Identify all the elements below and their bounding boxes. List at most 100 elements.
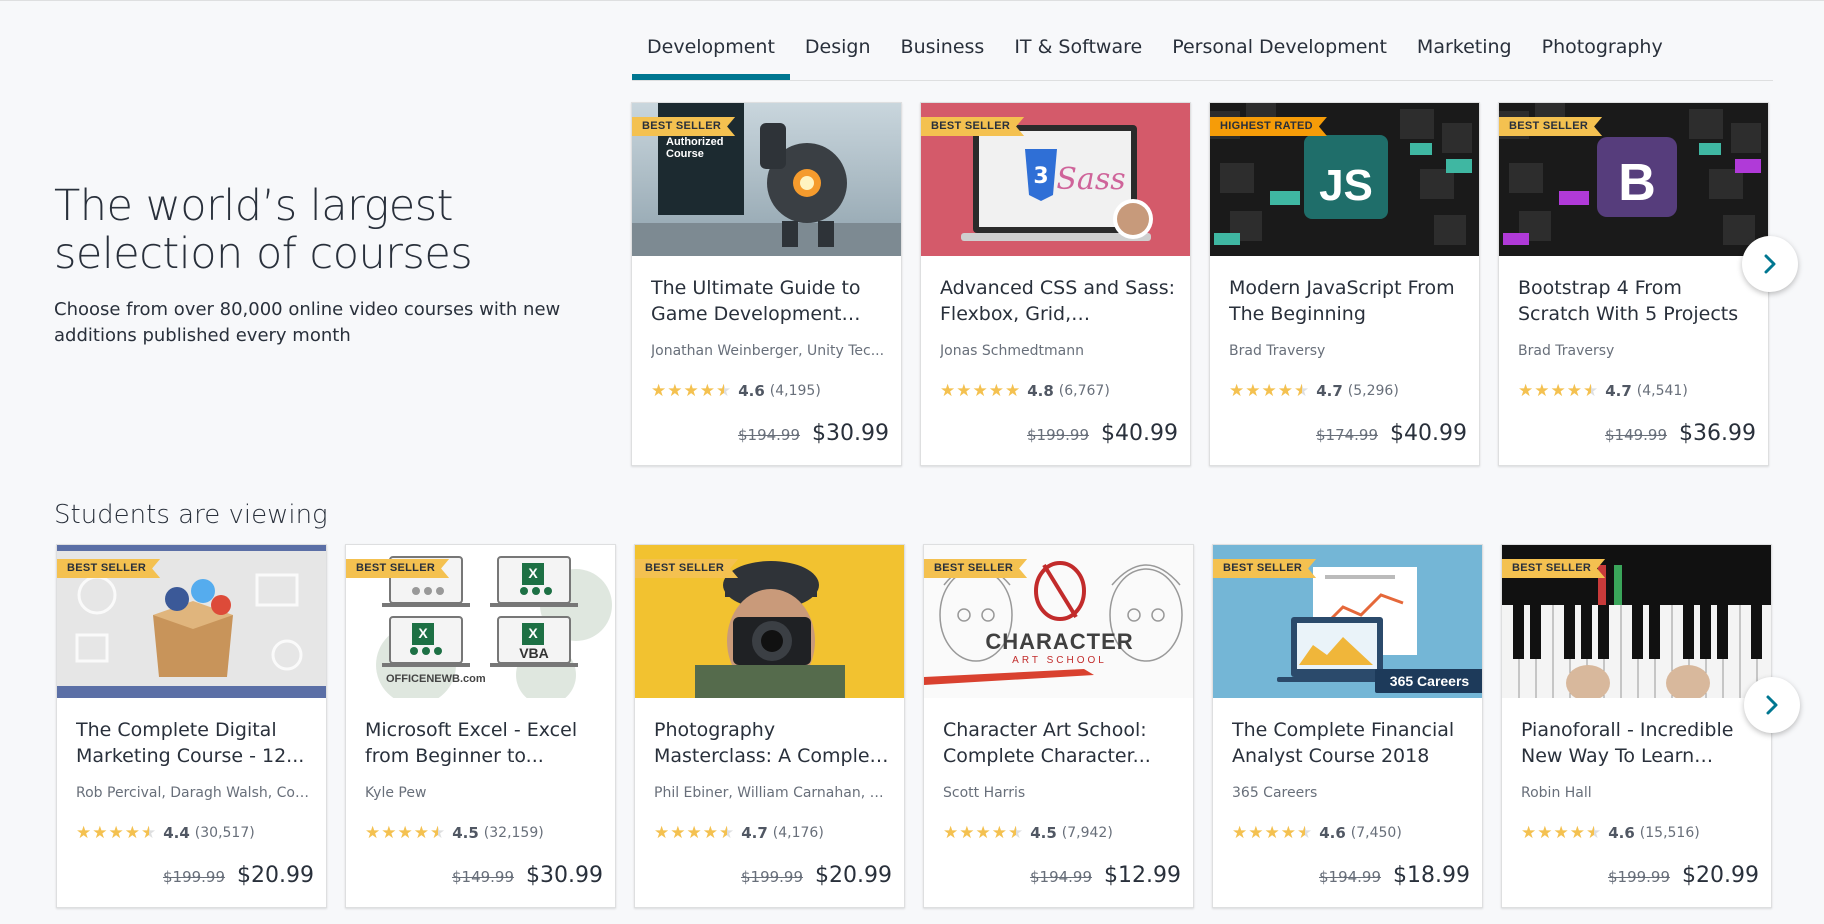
course-badge: BEST SELLER [921,117,1024,136]
svg-text:Sass: Sass [1056,162,1125,197]
tab-marketing[interactable]: Marketing [1402,28,1527,72]
course-prices: $174.99 $40.99 [1316,421,1467,446]
course-prices: $194.99 $30.99 [738,421,889,446]
course-badge: BEST SELLER [632,117,735,136]
course-thumbnail: 365 Careers BEST SELLER [1213,545,1482,698]
course-author: Brad Traversy [1518,343,1615,359]
course-rating: ★★★★★ 4.6 (4,195) [651,381,821,401]
original-price: $199.99 [162,868,226,886]
hero-subtitle: Choose from over 80,000 online video cou… [54,299,561,346]
rating-value: 4.6 [1319,824,1346,842]
original-price: $199.99 [1607,868,1671,886]
original-price: $194.99 [737,426,801,444]
course-badge: BEST SELLER [1499,117,1602,136]
original-price: $194.99 [1318,868,1382,886]
rating-count: (7,450) [1350,825,1402,841]
original-price: $199.99 [1026,426,1090,444]
course-rating: ★★★★★ 4.6 (7,450) [1232,823,1402,843]
course-card[interactable]: Authorized Course BEST SELLER The Ultima… [631,102,902,466]
course-thumbnail: B BEST SELLER [1499,103,1768,256]
course-title[interactable]: Bootstrap 4 From Scratch With 5 Projects [1518,275,1754,327]
rating-count: (7,942) [1061,825,1113,841]
careers-logo-text: 365 Careers [1389,673,1470,689]
course-prices: $194.99 $18.99 [1319,863,1470,888]
chevron-right-icon [1764,254,1776,274]
students-viewing-carousel: BEST SELLER The Complete Digital Marketi… [56,544,1772,908]
course-title[interactable]: Character Art School: Complete Character… [943,717,1179,769]
course-card[interactable]: B BEST SELLER Bootstrap 4 From Scratch W… [1498,102,1769,466]
course-rating: ★★★★★ 4.8 (6,767) [940,381,1110,401]
rating-count: (4,541) [1636,383,1688,399]
course-thumbnail: X X X VBA OFFICENEWB.com BEST SELLER [346,545,615,698]
course-prices: $194.99 $12.99 [1030,863,1181,888]
course-author: Brad Traversy [1229,343,1326,359]
star-icon: ★★★★★ [1521,823,1603,843]
course-badge: HIGHEST RATED [1210,117,1327,136]
original-price: $174.99 [1315,426,1379,444]
rating-value: 4.4 [163,824,190,842]
sale-price: $12.99 [1104,863,1181,888]
rating-value: 4.5 [1030,824,1057,842]
course-author: Phil Ebiner, William Carnahan, Vi... [654,785,890,801]
course-author: 365 Careers [1232,785,1318,801]
category-tabs: Development Design Business IT & Softwar… [632,28,1773,81]
sale-price: $30.99 [812,421,889,446]
course-badge: BEST SELLER [57,559,160,578]
course-title[interactable]: Advanced CSS and Sass: Flexbox, Grid, An… [940,275,1176,327]
course-card[interactable]: BEST SELLER Photography Masterclass: A C… [634,544,905,908]
star-icon: ★★★★★ [943,823,1025,843]
course-thumbnail: 3 Sass BEST SELLER [921,103,1190,256]
course-rating: ★★★★★ 4.5 (7,942) [943,823,1113,843]
course-prices: $199.99 $40.99 [1027,421,1178,446]
carousel-next-button[interactable] [1744,677,1800,733]
course-author: Jonas Schmedtmann [940,343,1084,359]
rating-count: (30,517) [194,825,255,841]
rating-value: 4.7 [1605,382,1632,400]
tab-business[interactable]: Business [886,28,1000,72]
course-title[interactable]: Pianoforall - Incredible New Way To Lear… [1521,717,1757,769]
excel-logo-text: X [528,625,538,641]
tab-development[interactable]: Development [632,28,790,80]
tab-it-software[interactable]: IT & Software [999,28,1157,72]
tab-personal-development[interactable]: Personal Development [1157,28,1402,72]
course-title[interactable]: Photography Masterclass: A Complete Guid… [654,717,890,769]
authorized-course-label: Authorized Course [666,136,724,160]
course-card[interactable]: BEST SELLER Pianoforall - Incredible New… [1501,544,1772,908]
course-card[interactable]: CHARACTER ART SCHOOL BEST SELLER Charact… [923,544,1194,908]
star-icon: ★★★★★ [76,823,158,843]
excel-logo-text: X [528,565,538,581]
course-title[interactable]: Modern JavaScript From The Beginning [1229,275,1465,327]
rating-value: 4.7 [1316,382,1343,400]
course-thumbnail: Authorized Course BEST SELLER [632,103,901,256]
course-title[interactable]: The Complete Financial Analyst Course 20… [1232,717,1468,769]
course-thumbnail: BEST SELLER [635,545,904,698]
course-card[interactable]: 365 Careers BEST SELLER The Complete Fin… [1212,544,1483,908]
course-thumbnail: JS HIGHEST RATED [1210,103,1479,256]
star-icon: ★★★★★ [940,381,1022,401]
character-logo-text: CHARACTER [985,629,1134,654]
course-card[interactable]: BEST SELLER The Complete Digital Marketi… [56,544,327,908]
rating-count: (4,195) [769,383,821,399]
course-prices: $199.99 $20.99 [1608,863,1759,888]
course-title[interactable]: The Complete Digital Marketing Course - … [76,717,312,769]
course-title[interactable]: The Ultimate Guide to Game Development w… [651,275,887,327]
course-card[interactable]: X X X VBA OFFICENEWB.com BEST SELLER Mic… [345,544,616,908]
course-card[interactable]: 3 Sass BEST SELLER Advanced CSS and Sass… [920,102,1191,466]
course-title[interactable]: Microsoft Excel - Excel from Beginner to… [365,717,601,769]
course-prices: $199.99 $20.99 [741,863,892,888]
tab-design[interactable]: Design [790,28,886,72]
star-icon: ★★★★★ [1232,823,1314,843]
course-prices: $149.99 $30.99 [452,863,603,888]
course-author: Rob Percival, Daragh Walsh, Cod... [76,785,312,801]
carousel-next-button[interactable] [1742,236,1798,292]
sale-price: $40.99 [1390,421,1467,446]
course-badge: BEST SELLER [1502,559,1605,578]
course-card[interactable]: JS HIGHEST RATED Modern JavaScript From … [1209,102,1480,466]
tab-photography[interactable]: Photography [1527,28,1678,72]
svg-text:3: 3 [1033,164,1048,189]
course-author: Robin Hall [1521,785,1592,801]
rating-value: 4.8 [1027,382,1054,400]
course-badge: BEST SELLER [346,559,449,578]
rating-count: (15,516) [1639,825,1700,841]
star-icon: ★★★★★ [1518,381,1600,401]
